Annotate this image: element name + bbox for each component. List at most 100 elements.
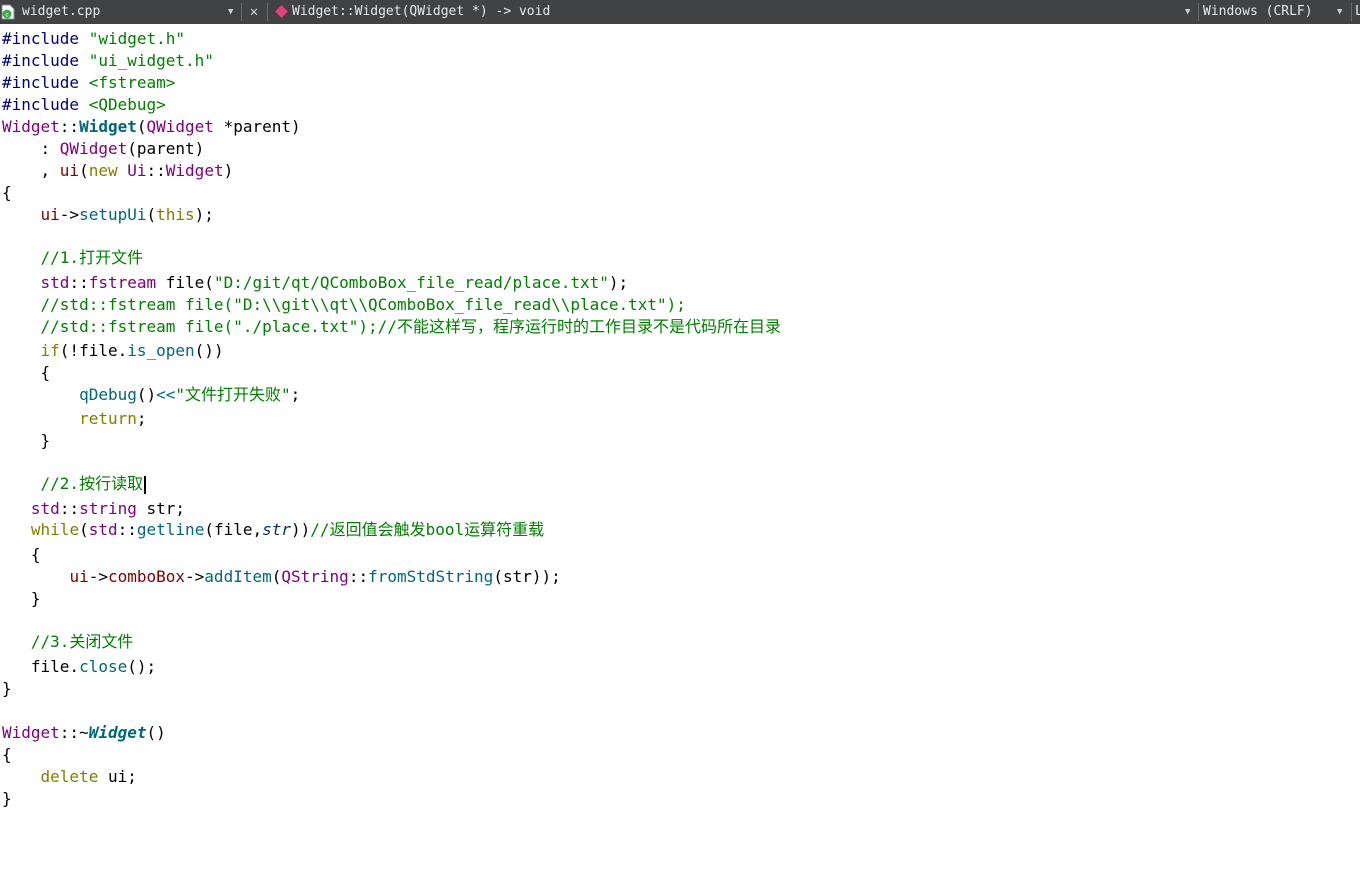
code-line: std::string str; <box>2 498 185 520</box>
type-token: QString <box>281 567 349 586</box>
code-token: )) <box>291 520 311 539</box>
code-line: //2.按行读取 <box>2 473 147 495</box>
function-token: setupUi <box>79 205 147 224</box>
code-token: (file, <box>204 520 263 539</box>
code-token: ; <box>136 409 147 428</box>
code-line: std::fstream file("D:/git/qt/QComboBox_f… <box>2 272 629 294</box>
close-icon[interactable]: ✕ <box>246 0 262 24</box>
type-token: Widget <box>2 117 60 136</box>
code-line: { <box>2 745 12 764</box>
code-line: Widget::Widget(QWidget *parent) <box>2 116 301 138</box>
code-line: Widget::~Widget() <box>2 722 166 744</box>
include-path: "ui_widget.h" <box>88 51 214 70</box>
code-token: ( <box>79 520 89 539</box>
code-line: } <box>2 589 41 608</box>
code-comment: //返回值会触发bool运算符重载 <box>310 520 545 539</box>
code-comment: //2.按行读取 <box>2 474 144 493</box>
keyword-token: if <box>40 341 60 360</box>
code-token: ; <box>290 385 301 404</box>
code-token: ui; <box>98 767 137 786</box>
code-line: ui->setupUi(this); <box>2 204 214 226</box>
code-token: (!file. <box>59 341 128 360</box>
code-line: qDebug()<<"文件打开失败"; <box>2 384 300 406</box>
text-cursor <box>144 475 147 494</box>
function-token: is_open <box>127 341 195 360</box>
code-line: #include <QDebug> <box>2 94 166 116</box>
chevron-down-icon[interactable]: ▼ <box>1185 0 1190 24</box>
toolbar-divider <box>267 3 268 21</box>
string-token: "D:/git/qt/QComboBox_file_read/place.txt… <box>213 273 609 292</box>
preprocessor: #include <box>2 29 80 48</box>
code-token: ()) <box>194 341 224 360</box>
type-token: Widget <box>2 723 60 742</box>
symbol-selector[interactable]: Widget::Widget(QWidget *) -> void <box>292 0 550 24</box>
keyword-token: this <box>156 205 195 224</box>
member-token: ui <box>40 205 60 224</box>
code-token: ( <box>146 205 157 224</box>
type-token: Widget <box>165 161 224 180</box>
code-line: } <box>2 431 51 450</box>
chevron-down-icon[interactable]: ▼ <box>228 0 233 24</box>
function-symbol-icon <box>275 5 288 18</box>
code-line: #include <fstream> <box>2 72 175 94</box>
code-token: , <box>2 161 60 180</box>
line-ending-selector[interactable]: Windows (CRLF) <box>1203 0 1313 24</box>
code-line: return; <box>2 408 147 430</box>
code-editor[interactable]: #include "widget.h" #include "ui_widget.… <box>0 28 1360 889</box>
code-token: (parent) <box>127 139 205 158</box>
include-path: <fstream> <box>88 73 176 92</box>
code-token: -> <box>59 205 80 224</box>
code-token: :: <box>59 117 80 136</box>
code-comment: //3.关闭文件 <box>2 632 134 651</box>
open-file-selector[interactable]: widget.cpp <box>22 0 100 24</box>
code-line: ui->comboBox->addItem(QString::fromStdSt… <box>2 566 561 588</box>
code-line: { <box>2 363 51 382</box>
code-token: : <box>2 139 60 158</box>
operator-token: << <box>156 385 176 404</box>
position-indicator[interactable]: L <box>1355 0 1360 24</box>
code-token: (str)); <box>493 567 561 586</box>
toolbar-divider <box>241 3 242 21</box>
code-token: ) <box>223 161 234 180</box>
code-line: } <box>2 789 12 808</box>
type-token: std <box>30 499 60 518</box>
code-token: :: <box>69 273 89 292</box>
code-line: while(std::getline(file,str))//返回值会触发boo… <box>2 519 544 541</box>
function-token: close <box>79 657 128 676</box>
code-token: () <box>136 385 157 404</box>
function-token: qDebug <box>79 385 137 404</box>
code-line: file.close(); <box>2 656 156 678</box>
code-token: :: <box>146 161 166 180</box>
type-token: Ui <box>127 161 147 180</box>
code-token: -> <box>185 567 205 586</box>
type-token: QWidget <box>146 117 214 136</box>
function-token: fromStdString <box>368 567 494 586</box>
code-line: { <box>2 183 12 202</box>
code-token: ( <box>136 117 147 136</box>
function-token: Widget <box>79 117 137 136</box>
code-line: { <box>2 545 41 564</box>
chevron-down-icon[interactable]: ▼ <box>1337 0 1342 24</box>
function-token: getline <box>136 520 205 539</box>
type-token: std <box>88 520 118 539</box>
type-token: string <box>79 499 137 518</box>
svg-text:c: c <box>6 13 9 19</box>
code-token: :: <box>117 520 137 539</box>
code-line: delete ui; <box>2 766 137 788</box>
code-token: ::~ <box>59 723 89 742</box>
preprocessor: #include <box>2 51 80 70</box>
string-token: "文件打开失败" <box>175 385 291 404</box>
code-token: (); <box>127 657 157 676</box>
toolbar-divider <box>1351 3 1352 21</box>
function-token: Widget <box>88 723 147 742</box>
code-comment: //1.打开文件 <box>2 248 144 267</box>
member-token: ui <box>59 161 80 180</box>
